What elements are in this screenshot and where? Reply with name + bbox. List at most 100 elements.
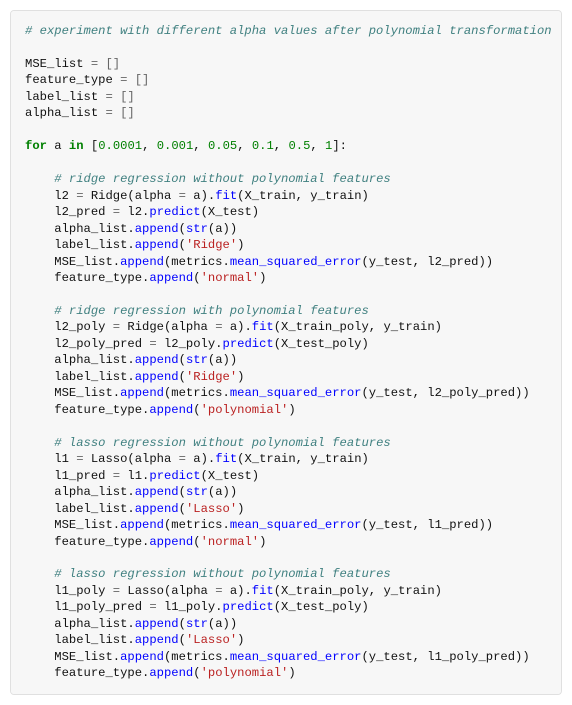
paren: ( [179,485,186,499]
args: (a)) [208,222,237,236]
op: = [179,452,194,466]
var: l1_poly [54,584,113,598]
comma: , [142,139,157,153]
method-append: append [149,535,193,549]
comma: , [310,139,325,153]
kw-for: for [25,139,47,153]
paren: ( [179,238,186,252]
arg: a). [193,452,215,466]
args: (X_train, y_train) [237,452,369,466]
op: = [149,600,164,614]
op: = [113,320,128,334]
fn-mse: mean_squared_error [230,650,362,664]
method-append: append [149,271,193,285]
var: l1_poly_pred [54,600,149,614]
str-poly: 'polynomial' [201,403,289,417]
bracket-close: ]: [332,139,347,153]
var-mse: MSE_list [25,57,84,71]
paren: ) [259,271,266,285]
args: (X_train_poly, y_train) [274,584,442,598]
comma: , [274,139,289,153]
obj: l2_poly. [164,337,223,351]
obj: feature_type. [54,666,149,680]
num: 0.001 [157,139,194,153]
paren: ( [179,353,186,367]
op: = [215,584,230,598]
str-normal: 'normal' [201,535,260,549]
obj: l2. [127,205,149,219]
args: (X_train, y_train) [237,189,369,203]
comma: , [237,139,252,153]
args: (y_test, l1_poly_pred)) [361,650,529,664]
comma: , [193,139,208,153]
op-eq: = [] [84,57,121,71]
op: = [179,189,194,203]
method-append: append [120,386,164,400]
str-ridge: 'Ridge' [186,238,237,252]
fn-str: str [186,222,208,236]
obj: alpha_list. [54,222,134,236]
paren: ( [179,617,186,631]
op: = [76,452,91,466]
num: 0.1 [252,139,274,153]
comment-sec3: # lasso regression without polynomial fe… [54,436,390,450]
var: l1_pred [54,469,113,483]
obj: l1. [127,469,149,483]
method-predict: predict [149,205,200,219]
args: (X_train_poly, y_train) [274,320,442,334]
call: Lasso(alpha [91,452,179,466]
op: = [113,205,128,219]
str-lasso: 'Lasso' [186,633,237,647]
kw-in: in [69,139,84,153]
method-predict: predict [223,600,274,614]
op: = [76,189,91,203]
paren: ( [179,370,186,384]
method-predict: predict [223,337,274,351]
paren: ) [288,666,295,680]
paren: ) [237,238,244,252]
comment-sec4: # lasso regression without polynomial fe… [54,567,390,581]
method-append: append [135,222,179,236]
paren: ) [237,633,244,647]
arg: a). [230,584,252,598]
args: (a)) [208,485,237,499]
paren: ) [288,403,295,417]
bracket-open: [ [84,139,99,153]
obj: label_list. [54,238,134,252]
fn-mse: mean_squared_error [230,255,362,269]
var: l2_poly [54,320,113,334]
obj: feature_type. [54,535,149,549]
str-lasso: 'Lasso' [186,502,237,516]
paren: ) [237,370,244,384]
args: (a)) [208,353,237,367]
method-append: append [149,403,193,417]
obj: alpha_list. [54,353,134,367]
comment-top: # experiment with different alpha values… [25,24,552,38]
obj: label_list. [54,633,134,647]
method-append: append [120,255,164,269]
method-fit: fit [252,320,274,334]
paren: ( [193,403,200,417]
comment-sec1: # ridge regression without polynomial fe… [54,172,390,186]
fn-str: str [186,485,208,499]
metrics: (metrics. [164,386,230,400]
call: Lasso(alpha [127,584,215,598]
num: 0.05 [208,139,237,153]
paren: ( [193,666,200,680]
str-ridge: 'Ridge' [186,370,237,384]
num: 0.5 [288,139,310,153]
fn-str: str [186,617,208,631]
args: (X_test) [201,205,260,219]
arg: a). [193,189,215,203]
method-append: append [135,238,179,252]
method-append: append [120,518,164,532]
method-append: append [135,353,179,367]
obj: alpha_list. [54,485,134,499]
obj: label_list. [54,370,134,384]
op-eq: = [] [113,73,150,87]
method-append: append [135,502,179,516]
fn-mse: mean_squared_error [230,518,362,532]
method-append: append [120,650,164,664]
method-append: append [135,485,179,499]
op-eq: = [] [98,106,135,120]
